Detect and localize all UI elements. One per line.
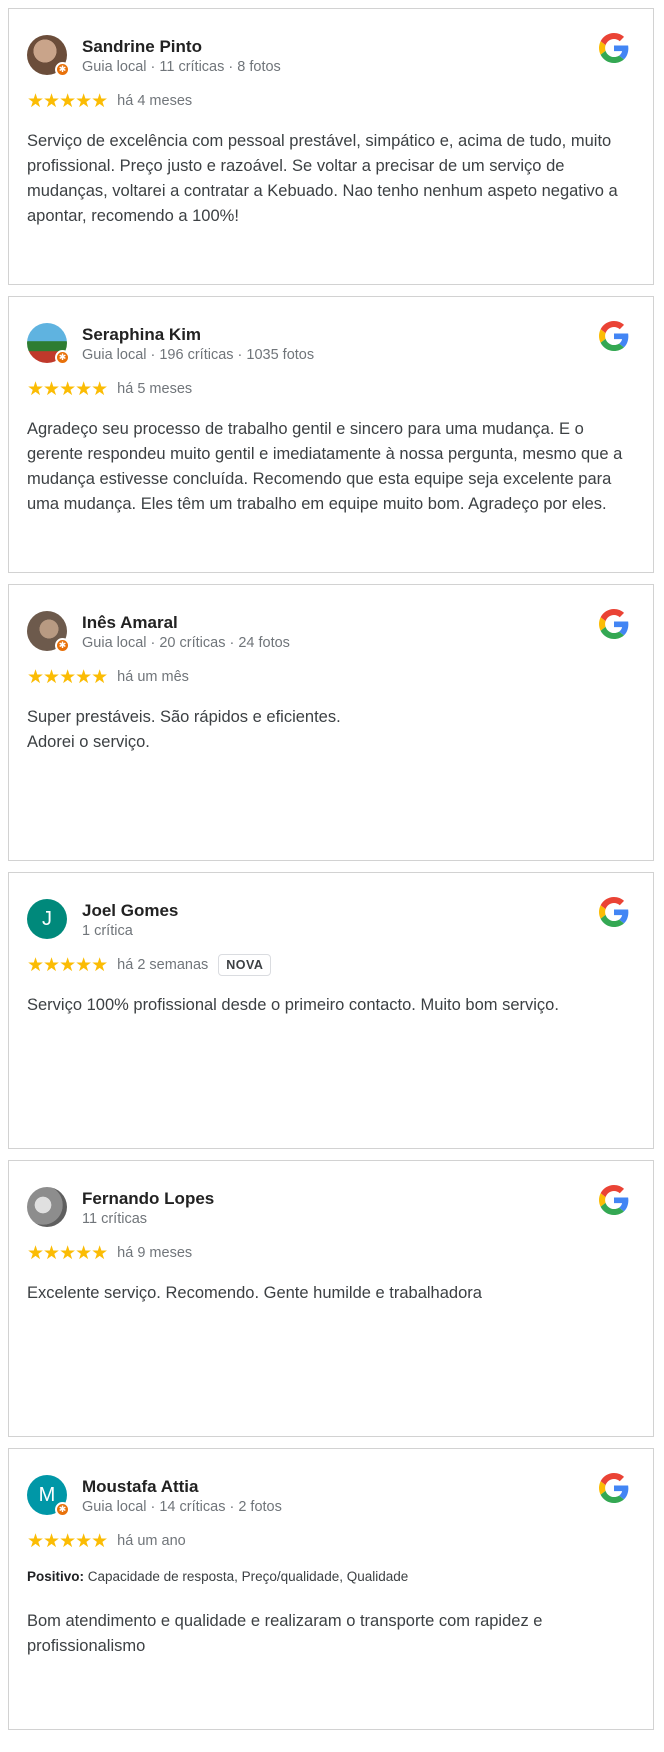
reviewer-name[interactable]: Seraphina Kim — [82, 325, 201, 345]
review-date: há 5 meses — [117, 381, 193, 397]
star-rating: ★★★★★ — [27, 378, 108, 400]
reviewer-name[interactable]: Joel Gomes — [82, 901, 178, 921]
review-date: há um ano — [117, 1533, 186, 1549]
reviewer-name[interactable]: Sandrine Pinto — [82, 37, 202, 57]
local-guide-badge-icon: ✱ — [55, 62, 70, 77]
avatar[interactable]: M ✱ — [27, 1475, 70, 1517]
review-date: há 4 meses — [117, 93, 193, 109]
star-rating: ★★★★★ — [27, 1242, 108, 1264]
reviewer-meta: Guia local · 14 críticas · 2 fotos — [82, 1499, 282, 1515]
reviewer-name[interactable]: Moustafa Attia — [82, 1477, 199, 1497]
google-g-icon — [599, 897, 629, 927]
review-text: Serviço de excelência com pessoal prestá… — [27, 132, 618, 225]
review-card: Fernando Lopes 11 críticas ★★★★★ há 9 me… — [8, 1160, 654, 1437]
review-text: Super prestáveis. São rápidos e eficient… — [27, 708, 341, 751]
rating-row: ★★★★★ há um ano — [27, 1530, 186, 1552]
review-date: há 9 meses — [117, 1245, 193, 1261]
reviewer-meta: 1 crítica — [82, 923, 133, 939]
reviewer-meta: Guia local · 11 críticas · 8 fotos — [82, 59, 281, 75]
google-g-icon — [599, 321, 629, 351]
reviewer-name[interactable]: Inês Amaral — [82, 613, 178, 633]
review-date: há 2 semanas — [117, 957, 209, 973]
avatar[interactable]: ✱ — [27, 323, 70, 365]
avatar[interactable] — [27, 1187, 67, 1227]
local-guide-badge-icon: ✱ — [55, 350, 70, 365]
reviewer-meta: 11 críticas — [82, 1211, 148, 1227]
reviewer-meta: Guia local · 20 críticas · 24 fotos — [82, 635, 290, 651]
rating-row: ★★★★★ há 2 semanas NOVA — [27, 954, 272, 976]
star-rating: ★★★★★ — [27, 666, 108, 688]
star-rating: ★★★★★ — [27, 90, 108, 112]
positive-items: Capacidade de resposta, Preço/qualidade,… — [87, 1569, 409, 1584]
google-g-icon — [599, 33, 629, 63]
rating-row: ★★★★★ há 9 meses — [27, 1242, 192, 1264]
local-guide-badge-icon: ✱ — [55, 638, 70, 653]
star-rating: ★★★★★ — [27, 954, 108, 976]
avatar-initial: J — [27, 899, 67, 939]
review-text: Excelente serviço. Recomendo. Gente humi… — [27, 1284, 482, 1302]
google-g-icon — [599, 1185, 629, 1215]
review-card: ✱ Sandrine Pinto Guia local · 11 crítica… — [8, 8, 654, 285]
google-g-icon — [599, 609, 629, 639]
local-guide-badge-icon: ✱ — [55, 1502, 70, 1517]
rating-row: ★★★★★ há um mês — [27, 666, 189, 688]
positive-label: Positivo: — [27, 1569, 85, 1584]
positive-aspects: Positivo: Capacidade de resposta, Preço/… — [27, 1569, 637, 1584]
reviewer-name[interactable]: Fernando Lopes — [82, 1189, 214, 1209]
new-badge: NOVA — [218, 954, 272, 976]
avatar[interactable]: ✱ — [27, 611, 70, 653]
google-g-icon — [599, 1473, 629, 1503]
avatar[interactable]: ✱ — [27, 35, 70, 77]
review-card: ✱ Seraphina Kim Guia local · 196 crítica… — [8, 296, 654, 573]
review-text: Agradeço seu processo de trabalho gentil… — [27, 420, 623, 513]
reviewer-meta: Guia local · 196 críticas · 1035 fotos — [82, 347, 315, 363]
review-card: M ✱ Moustafa Attia Guia local · 14 críti… — [8, 1448, 654, 1730]
review-card: J Joel Gomes 1 crítica ★★★★★ há 2 semana… — [8, 872, 654, 1149]
review-card: ✱ Inês Amaral Guia local · 20 críticas ·… — [8, 584, 654, 861]
avatar[interactable]: J — [27, 899, 67, 939]
rating-row: ★★★★★ há 5 meses — [27, 378, 192, 400]
review-text: Serviço 100% profissional desde o primei… — [27, 996, 559, 1014]
review-date: há um mês — [117, 669, 189, 685]
rating-row: ★★★★★ há 4 meses — [27, 90, 192, 112]
star-rating: ★★★★★ — [27, 1530, 108, 1552]
review-text: Bom atendimento e qualidade e realizaram… — [27, 1612, 543, 1655]
